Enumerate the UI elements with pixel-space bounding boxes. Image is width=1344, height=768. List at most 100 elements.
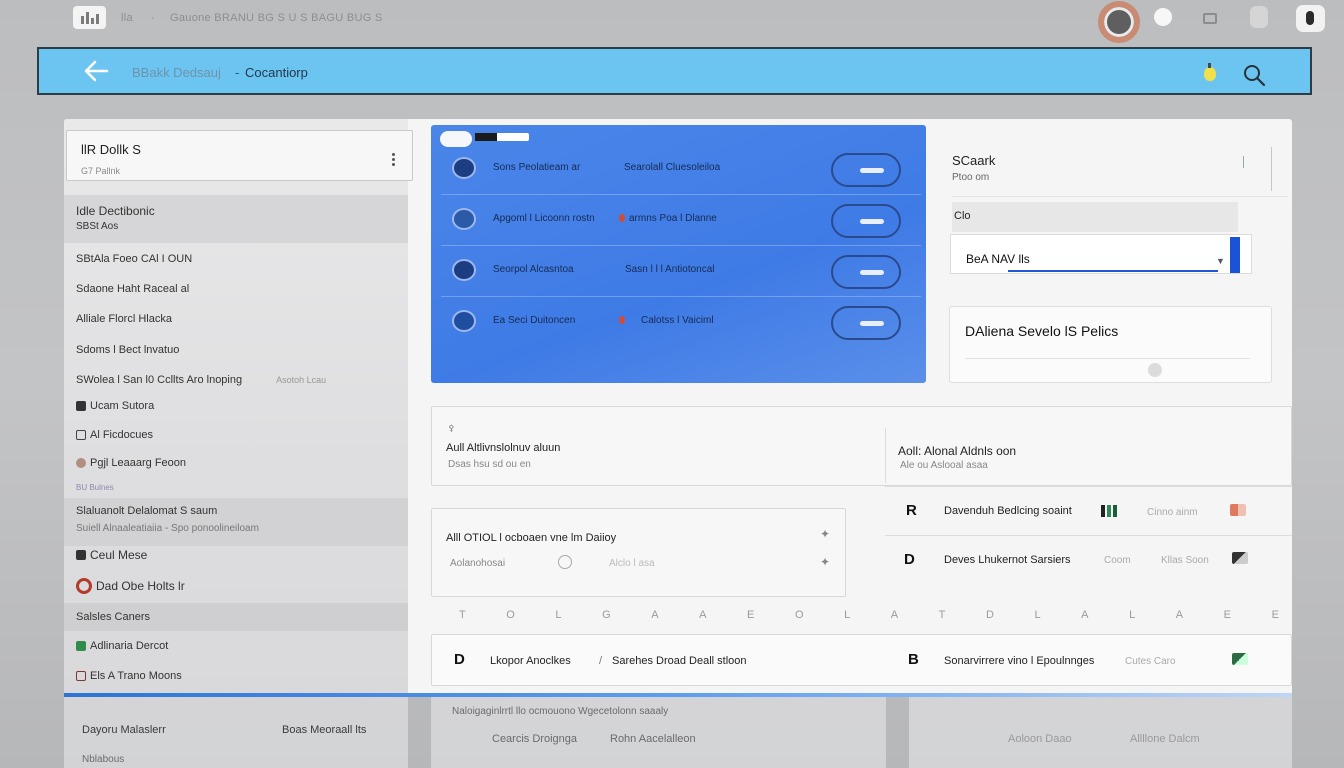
column-letter: G bbox=[602, 609, 611, 621]
ghost-label: Dayoru Malaslerr bbox=[82, 724, 166, 736]
row-title[interactable]: Deves Lhukernot Sarsiers bbox=[944, 554, 1071, 566]
settings-card-title: DAliena Sevelo lS Pelics bbox=[965, 323, 1119, 339]
star-icon[interactable]: ✦ bbox=[820, 527, 830, 541]
settings-dropdown[interactable]: BeA NAV lls ▼ bbox=[950, 234, 1252, 274]
divider bbox=[1243, 156, 1244, 168]
column-letter: A bbox=[651, 609, 659, 621]
sidebar-item[interactable]: SWolea l San l0 Ccllts Aro lnoping Asotoh… bbox=[76, 374, 326, 386]
item-icon bbox=[76, 578, 92, 594]
user-ring-icon[interactable] bbox=[1094, 0, 1140, 43]
sidebar-item[interactable]: SBSt Aos bbox=[76, 221, 118, 232]
card-row-desc: Searolall Cluesoleiloa bbox=[624, 162, 721, 173]
sidebar-item[interactable]: Dad Obe Holts lr bbox=[76, 578, 185, 594]
toggle-switch[interactable] bbox=[831, 306, 901, 340]
toggle-switch[interactable] bbox=[831, 255, 901, 289]
tag-icon[interactable] bbox=[1230, 504, 1246, 516]
grid-icon[interactable] bbox=[1203, 13, 1217, 24]
card-row[interactable]: Seorpol Alcasntoa Sasn l l l Antiotoncal bbox=[441, 247, 921, 297]
settings-card[interactable]: DAliena Sevelo lS Pelics bbox=[949, 306, 1272, 383]
left-sidebar: llR Dollk S G7 Pallnk Idle Dectibonic SB… bbox=[64, 119, 413, 696]
sidebar-search-box[interactable]: llR Dollk S G7 Pallnk bbox=[66, 130, 413, 181]
sidebar-item[interactable]: Ceul Mese bbox=[76, 548, 147, 562]
column-letter: L bbox=[555, 609, 562, 621]
sidebar-item[interactable]: Salsles Caners bbox=[76, 611, 150, 623]
column-letter: E bbox=[1271, 609, 1279, 621]
column-letter: L bbox=[1129, 609, 1136, 621]
column-letter: E bbox=[747, 609, 755, 621]
column-letter: L bbox=[844, 609, 851, 621]
breadcrumb-parent[interactable]: BBakk Dedsauj bbox=[132, 65, 221, 80]
sidebar-item[interactable]: Sdaone Haht Raceal al bbox=[76, 283, 189, 295]
info-sublabel: Ale ou Aslooal asaa bbox=[900, 460, 988, 471]
leaf-icon[interactable] bbox=[1232, 653, 1248, 665]
sidebar-item-label: Els A Trano Moons bbox=[90, 670, 182, 682]
chevron-down-icon: ▼ bbox=[1216, 256, 1225, 266]
card-row-name: Ea Seci Duitoncen bbox=[493, 315, 576, 326]
sidebar-item[interactable]: Al Ficdocues bbox=[76, 429, 153, 441]
pin-icon: ⚴ bbox=[448, 423, 455, 433]
toggle-switch[interactable] bbox=[831, 153, 901, 187]
sidebar-item-label: Dad Obe Holts lr bbox=[96, 579, 185, 593]
card-row[interactable]: Sons Peolatieam ar Searolall Cluesoleilo… bbox=[441, 145, 921, 195]
column-letter: L bbox=[1034, 609, 1041, 621]
toggle-switch[interactable] bbox=[831, 204, 901, 238]
sidebar-item-label: Adlinaria Dercot bbox=[90, 640, 169, 652]
search-icon[interactable] bbox=[1242, 63, 1266, 87]
main-window: llR Dollk S G7 Pallnk Idle Dectibonic SB… bbox=[64, 119, 1292, 696]
scrollbar-thumb[interactable] bbox=[1230, 237, 1240, 273]
info-box[interactable] bbox=[431, 508, 846, 597]
column-letter: E bbox=[1223, 609, 1232, 621]
item-icon bbox=[76, 671, 86, 681]
sidebar-item[interactable]: Ucam Sutora bbox=[76, 400, 154, 412]
info-label: Aull Altlivnslolnuv aluun bbox=[446, 442, 561, 454]
app-logo-icon[interactable] bbox=[73, 6, 106, 29]
row-title[interactable]: Sarehes Droad Deall stloon bbox=[612, 655, 747, 667]
sidebar-item[interactable]: Alliale Florcl Hlacka bbox=[76, 313, 172, 325]
item-icon bbox=[76, 430, 86, 440]
back-arrow-icon[interactable] bbox=[83, 59, 109, 83]
sidebar-item-label: Salsles Caners bbox=[76, 611, 150, 623]
row-title[interactable]: Lkopor Anoclkes bbox=[490, 655, 571, 667]
card-row[interactable]: Ea Seci Duitoncen Calotss l Vaiciml bbox=[441, 298, 921, 348]
pill-icon[interactable] bbox=[1250, 6, 1268, 28]
lightbulb-icon[interactable] bbox=[1203, 63, 1217, 85]
sidebar-item[interactable]: Idle Dectibonic bbox=[76, 204, 155, 218]
sidebar-item[interactable]: Slaluanolt Delalomat S saum bbox=[76, 505, 217, 517]
row-title[interactable]: Sonarvirrere vino l Epoulnnges bbox=[944, 655, 1094, 667]
row-title[interactable]: Davenduh Bedlcing soaint bbox=[944, 505, 1072, 517]
badge-icon[interactable] bbox=[1296, 5, 1325, 32]
radio-button[interactable] bbox=[558, 555, 572, 569]
slider-knob[interactable] bbox=[1148, 363, 1162, 377]
sidebar-item-label: Ceul Mese bbox=[90, 548, 148, 562]
star-icon[interactable]: ✦ bbox=[820, 555, 830, 569]
sidebar-item[interactable]: Els A Trano Moons bbox=[76, 670, 182, 682]
column-letter: A bbox=[1175, 609, 1184, 621]
sidebar-group-header bbox=[64, 195, 408, 243]
status-dot-icon[interactable] bbox=[1154, 8, 1172, 26]
more-options-icon[interactable] bbox=[392, 153, 395, 167]
sidebar-item[interactable]: Suiell Alnaaleatiaiia - Spo ponoolineilo… bbox=[76, 523, 259, 534]
sidebar-item-label: SBSt Aos bbox=[76, 221, 119, 232]
divider bbox=[952, 196, 1288, 197]
settings-title: SCaark bbox=[952, 153, 996, 168]
sidebar-item[interactable]: SBtAla Foeo CAl I OUN bbox=[76, 253, 192, 265]
app-header: BBakk Dedsauj - Cocantiorp bbox=[37, 47, 1312, 95]
ghost-label: Rohn Aacelalleon bbox=[610, 733, 696, 745]
sidebar-item[interactable]: Pgjl Leaaarg Feoon bbox=[76, 457, 186, 469]
divider bbox=[885, 535, 1292, 536]
os-separator: · bbox=[151, 12, 155, 24]
sidebar-item[interactable]: Adlinaria Dercot bbox=[76, 640, 168, 652]
sidebar-item[interactable]: BU Bulnes bbox=[76, 483, 114, 492]
os-window-title: Gauone BRANU BG S U S BAGU BUG S bbox=[170, 12, 383, 24]
column-letter: A bbox=[1081, 609, 1089, 621]
person-icon[interactable] bbox=[1232, 552, 1248, 564]
sidebar-item[interactable]: Sdoms l Bect lnvatuo bbox=[76, 344, 179, 356]
card-tag bbox=[475, 133, 529, 141]
item-icon bbox=[76, 401, 86, 411]
sidebar-search-title: llR Dollk S bbox=[81, 142, 141, 157]
avatar bbox=[452, 310, 476, 332]
card-row[interactable]: Apgoml l Licoonn rostn armns Poa l Dlann… bbox=[441, 196, 921, 246]
card-row-name: Seorpol Alcasntoa bbox=[493, 264, 574, 275]
card-row-name: Sons Peolatieam ar bbox=[493, 162, 581, 173]
avatar bbox=[452, 259, 476, 281]
